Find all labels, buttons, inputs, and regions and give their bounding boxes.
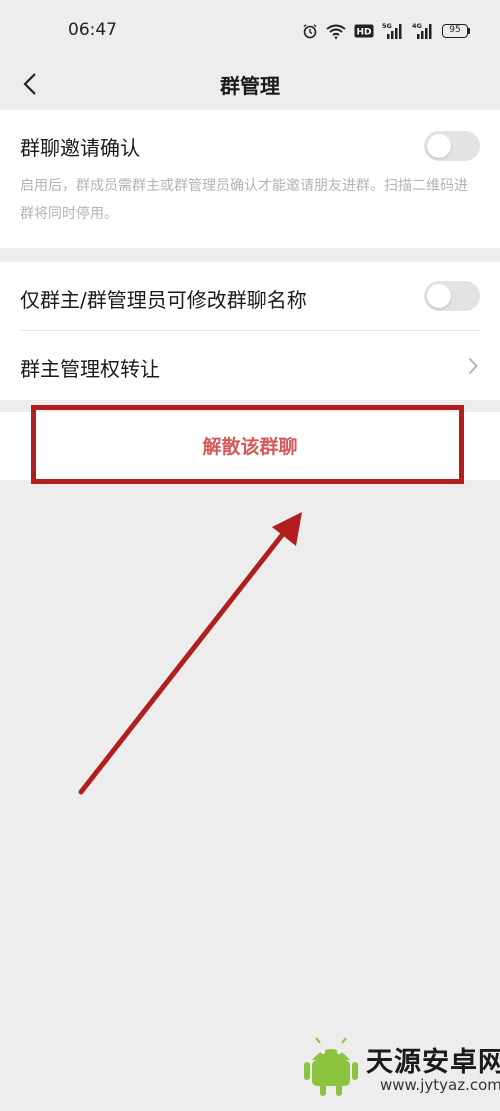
chevron-right-icon	[468, 357, 478, 375]
alarm-icon	[303, 24, 317, 39]
transfer-owner-label: 群主管理权转让	[20, 357, 160, 381]
watermark-name: 天源安卓网	[366, 1047, 500, 1078]
signal-5g-icon: 5G	[382, 22, 402, 39]
watermark: 天源安卓网 www.jytyaz.com	[300, 1036, 500, 1106]
battery-level: 95	[442, 24, 468, 38]
nav-bar: 群管理	[0, 62, 500, 110]
toggle-knob	[427, 134, 451, 158]
page-title: 群管理	[220, 74, 280, 98]
owner-only-rename-label: 仅群主/群管理员可修改群聊名称	[20, 288, 307, 312]
wifi-icon	[326, 24, 346, 39]
dissolve-section: 解散该群聊	[0, 412, 500, 480]
invite-confirm-label: 群聊邀请确认	[20, 136, 140, 160]
android-logo-icon	[304, 1037, 358, 1096]
invite-confirm-section: 群聊邀请确认 启用后，群成员需群主或群管理员确认才能邀请朋友进群。扫描二维码进群…	[0, 110, 500, 248]
status-bar: 06:47 HD 5G 4G 95	[0, 0, 500, 62]
svg-text:4G: 4G	[412, 22, 422, 30]
owner-only-rename-toggle[interactable]	[424, 281, 480, 311]
battery-icon: 95	[442, 24, 470, 38]
watermark-url: www.jytyaz.com	[380, 1076, 500, 1094]
signal-4g-icon: 4G	[412, 22, 432, 39]
status-icons: HD 5G 4G 95	[302, 20, 470, 42]
status-time: 06:47	[68, 20, 117, 40]
invite-confirm-toggle[interactable]	[424, 131, 480, 161]
hd-icon: HD	[354, 24, 374, 38]
group-permissions-section: 仅群主/群管理员可修改群聊名称 群主管理权转让	[0, 262, 500, 400]
svg-text:5G: 5G	[382, 22, 392, 30]
dissolve-group-button[interactable]: 解散该群聊	[0, 432, 500, 459]
toggle-knob	[427, 284, 451, 308]
invite-confirm-description: 启用后，群成员需群主或群管理员确认才能邀请朋友进群。扫描二维码进群将同时停用。	[20, 178, 468, 222]
svg-text:HD: HD	[356, 28, 371, 38]
transfer-owner-row[interactable]: 群主管理权转让	[0, 331, 500, 400]
